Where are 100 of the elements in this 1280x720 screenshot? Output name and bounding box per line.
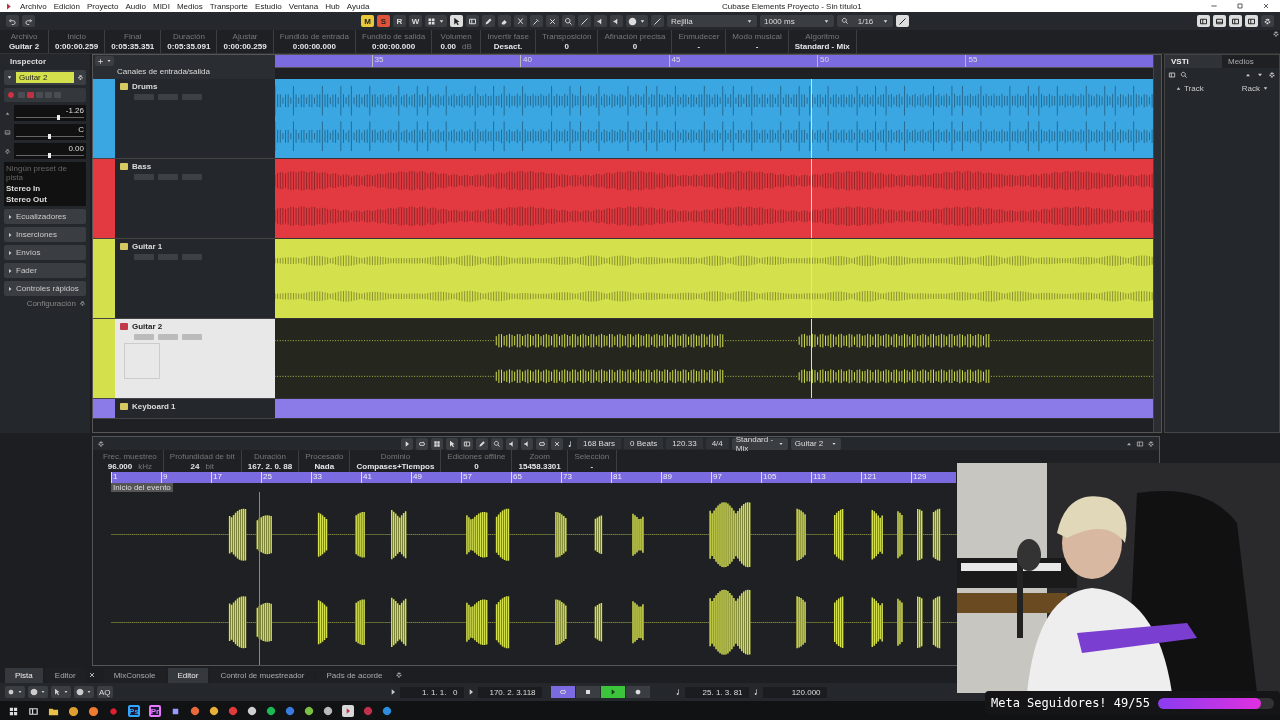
tool-button[interactable] (466, 15, 479, 27)
field-value[interactable]: - (755, 42, 759, 51)
inspector-section[interactable]: Fader (4, 263, 86, 278)
mode-button[interactable]: S (377, 15, 390, 27)
fader-slider[interactable]: C (14, 124, 86, 140)
routing-item[interactable]: Stereo Out (6, 195, 84, 204)
zone-tab[interactable]: Editor (167, 668, 209, 683)
track-control[interactable] (158, 94, 178, 100)
routing-item[interactable]: Stereo In (6, 184, 84, 193)
app-icon[interactable] (209, 706, 219, 716)
tool-button[interactable] (551, 437, 563, 450)
track-control[interactable] (182, 174, 202, 180)
settings-icon[interactable] (394, 670, 403, 679)
field-value[interactable]: Standard - Mix (794, 42, 850, 51)
mode-button[interactable]: R (393, 15, 406, 27)
field-value[interactable]: 0:00:00.259 (223, 42, 267, 51)
app-icon[interactable] (382, 706, 392, 716)
audio-event[interactable] (275, 399, 1153, 419)
zone-button[interactable] (1245, 15, 1258, 27)
track-control[interactable] (134, 94, 154, 100)
slider-thumb[interactable] (48, 134, 51, 139)
menu-item[interactable]: Ayuda (346, 1, 370, 11)
menu-item[interactable]: Transporte (209, 1, 249, 11)
mode-button[interactable]: W (409, 15, 422, 27)
up-icon[interactable] (1244, 71, 1252, 79)
menu-item[interactable]: Hub (325, 1, 340, 11)
caret-icon[interactable] (6, 74, 13, 81)
transport-tool-button[interactable] (28, 686, 48, 698)
slider-thumb[interactable] (48, 153, 51, 158)
algorithm-dropdown[interactable]: Standard - Mix (731, 437, 788, 450)
transport-tool-button[interactable] (51, 686, 71, 698)
zone-tab[interactable]: Medios (1222, 55, 1279, 68)
inspector-section[interactable]: Controles rápidos (4, 281, 86, 296)
field-value[interactable]: 0 (632, 42, 638, 51)
field-value[interactable]: 0 (474, 461, 479, 471)
inspector-section[interactable]: Envíos (4, 245, 86, 260)
tool-button[interactable] (476, 437, 488, 450)
left-locator-field[interactable]: 1. 1. 1. 0 (399, 686, 464, 698)
mode-button[interactable]: M (361, 15, 374, 27)
rack-icon[interactable] (1168, 71, 1176, 79)
settings-icon[interactable] (1268, 71, 1276, 79)
track-control[interactable] (134, 174, 154, 180)
timeline-ruler[interactable]: 1 9 17 25 33 41 49 57 65 73 81 89 97 105 113 121 129 (111, 472, 956, 483)
quantize-dropdown[interactable]: 1/16 (837, 15, 893, 27)
add-track-button[interactable] (95, 56, 114, 66)
windows-icon[interactable] (8, 705, 19, 717)
expand-icon[interactable] (1175, 85, 1182, 92)
settings-icon[interactable] (97, 439, 105, 448)
track-control[interactable] (158, 254, 178, 260)
track-header[interactable]: Guitar 1 (93, 239, 275, 319)
transport-tool-button[interactable] (74, 686, 94, 698)
track-control[interactable] (158, 334, 178, 340)
tool-button[interactable] (562, 15, 575, 27)
zone-button[interactable] (1213, 15, 1226, 27)
grid-dropdown[interactable]: Rejilla (667, 15, 757, 27)
zone-button[interactable] (1197, 15, 1210, 27)
track-header[interactable]: Drums (93, 79, 275, 159)
auto-quantize-button[interactable]: AQ (97, 686, 113, 698)
down-icon[interactable] (1256, 71, 1264, 79)
field-value[interactable]: 0:00:00.000 (372, 42, 416, 51)
field-value[interactable]: 96.000 (107, 461, 133, 471)
tool-button[interactable] (401, 437, 413, 450)
menu-item[interactable]: Medios (176, 1, 203, 11)
transport-tool-button[interactable] (5, 686, 25, 698)
app-icon[interactable] (266, 706, 276, 716)
rack-section[interactable]: Track (1184, 84, 1204, 93)
settings-icon[interactable] (1147, 439, 1155, 448)
app-icon[interactable] (247, 706, 257, 716)
tool-button[interactable] (446, 437, 458, 450)
app-icon[interactable]: Ps (128, 705, 140, 717)
color-button[interactable] (626, 15, 648, 27)
field-value[interactable]: 167. 2. 0. 88 (247, 461, 293, 471)
field-value[interactable]: 0:00:00.259 (55, 42, 99, 51)
field-value[interactable]: Desact. (493, 42, 523, 51)
field-value[interactable]: 0 (564, 42, 569, 51)
close-icon[interactable] (87, 670, 96, 679)
field-value[interactable]: - (697, 42, 701, 51)
app-icon[interactable] (342, 705, 354, 717)
field-value[interactable]: 15458.3301 (518, 461, 561, 471)
inspector-tab[interactable]: Inspector (4, 56, 86, 67)
tempo-field[interactable]: 120.33 (666, 438, 703, 449)
settings-label[interactable]: Configuración (26, 299, 76, 308)
tool-button[interactable] (491, 437, 503, 450)
fader-slider[interactable]: -1.26 (14, 105, 86, 121)
menu-item[interactable]: Proyecto (86, 1, 119, 11)
slider-thumb[interactable] (57, 115, 61, 120)
length-field[interactable]: 168 Bars (577, 438, 622, 449)
tool-button[interactable] (578, 15, 591, 27)
search-icon[interactable] (1180, 71, 1188, 79)
field-value[interactable]: 0.00 (440, 42, 457, 51)
task-view-icon[interactable] (28, 705, 39, 717)
zone-button[interactable] (1229, 15, 1242, 27)
field-value[interactable]: Compases+Tiempos (356, 461, 435, 471)
vertical-scrollbar[interactable] (1153, 55, 1161, 432)
field-value[interactable]: Guitar 2 (8, 42, 40, 51)
field-value[interactable]: 0:00:00.000 (292, 42, 336, 51)
zone-tab[interactable]: Pista (5, 668, 43, 683)
zone-tab[interactable]: VSTi (1165, 55, 1222, 68)
menu-item[interactable]: Audio (125, 1, 146, 11)
autoscroll-button[interactable] (425, 15, 447, 27)
